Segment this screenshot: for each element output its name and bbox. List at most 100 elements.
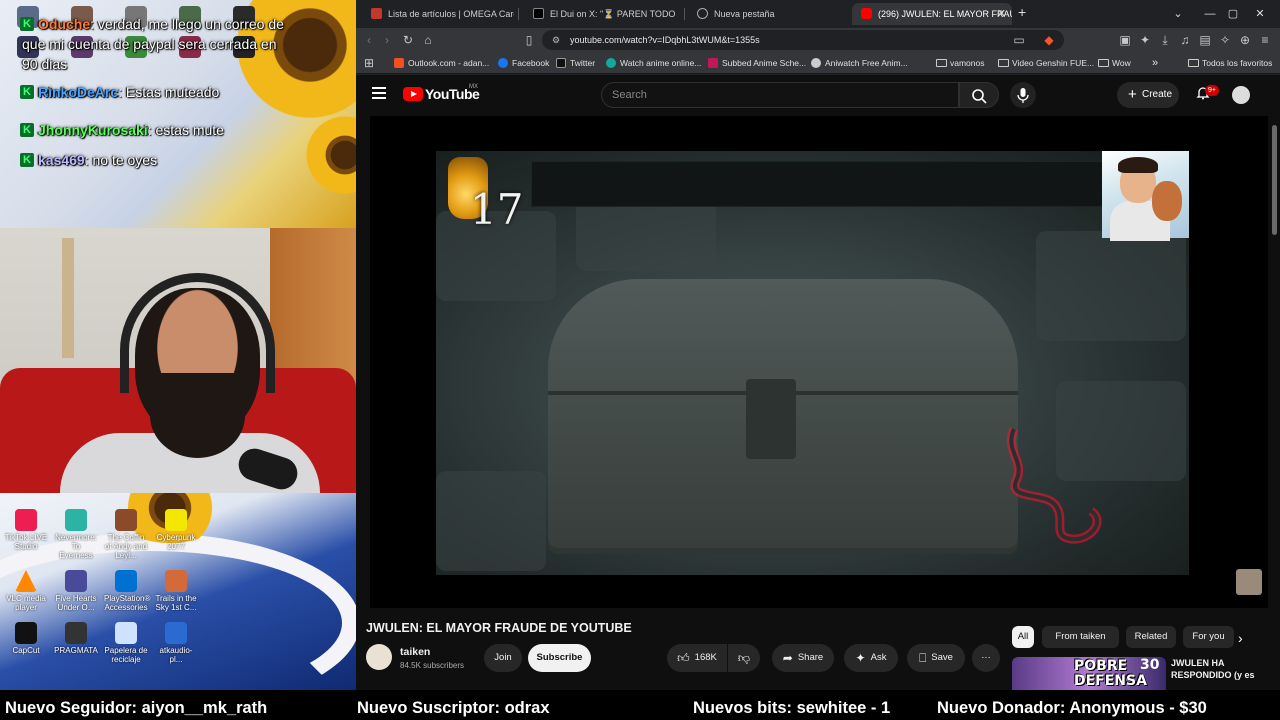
- anime-schedule-icon: [708, 58, 718, 68]
- desktop-icon-vlc[interactable]: VLC media player: [4, 570, 48, 612]
- music-icon[interactable]: ♫: [1176, 31, 1194, 49]
- recommended-video-title[interactable]: JWULEN HA RESPONDIDO (y es: [1171, 657, 1271, 681]
- tab-separator: [684, 8, 685, 20]
- share-button[interactable]: ➦ Share: [772, 644, 834, 672]
- close-window-button[interactable]: ✕: [1249, 4, 1271, 24]
- channel-name[interactable]: taiken: [400, 646, 430, 658]
- puzzle-icon[interactable]: ✦: [1136, 31, 1154, 49]
- bookmark-watch-anime[interactable]: Watch anime online...: [606, 52, 701, 74]
- bookmark-twitter[interactable]: Twitter: [556, 52, 595, 74]
- like-button[interactable]: 👍︎ 168K: [667, 644, 727, 672]
- video-frame[interactable]: 17: [436, 151, 1189, 575]
- thumbs-up-icon: 👍︎: [677, 651, 690, 665]
- chevron-right-icon[interactable]: ›: [1238, 630, 1243, 646]
- bookmark-subbed-anime[interactable]: Subbed Anime Sche...: [708, 52, 806, 74]
- video-player[interactable]: 17: [370, 116, 1268, 608]
- desktop-icon-nevermore[interactable]: Nevermore: To Everness: [54, 509, 98, 560]
- chat-message: K RinkoDeArc: Estas muteado: [20, 82, 288, 102]
- tab-omega-card[interactable]: Lista de artículos | OMEGA Card Gam: [362, 3, 514, 25]
- desktop-icon-capcut[interactable]: CapCut: [4, 622, 48, 664]
- bookmark-folder-genshin[interactable]: Video Genshin FUE...: [998, 52, 1094, 74]
- new-tab-button[interactable]: +: [1018, 4, 1026, 20]
- folder-icon: [936, 59, 947, 67]
- channel-watermark-avatar[interactable]: [1236, 569, 1262, 595]
- bookmark-folder-wow[interactable]: Wow: [1098, 52, 1131, 74]
- bookmarks-bar: ⊞ Outlook.com - adan... Facebook Twitter…: [356, 52, 1280, 74]
- desktop-icon-trails[interactable]: Trails in the Sky 1st C...: [154, 570, 198, 612]
- join-button[interactable]: Join: [484, 644, 522, 672]
- back-arrow-icon[interactable]: ‹: [360, 31, 378, 49]
- more-actions-button[interactable]: ···: [972, 644, 1000, 672]
- home-icon[interactable]: ⌂: [419, 31, 437, 49]
- site-info-icon[interactable]: ⚙: [552, 35, 560, 46]
- save-button[interactable]: ⎕ Save: [907, 644, 965, 672]
- cursed-chain-icon: [1006, 427, 1102, 544]
- ai-icon[interactable]: ✧: [1216, 31, 1234, 49]
- close-tab-icon[interactable]: ✕: [997, 3, 1006, 25]
- brave-shield-icon[interactable]: ◆: [1040, 31, 1058, 49]
- chip-all[interactable]: All: [1012, 626, 1034, 648]
- account-avatar[interactable]: [1232, 86, 1250, 104]
- recycle-bin-icon: [115, 622, 137, 644]
- url-text[interactable]: youtube.com/watch?v=IDqbhL3tWUM&t=1355s: [570, 30, 760, 50]
- chip-for-you[interactable]: For you: [1183, 626, 1234, 648]
- hamburger-menu-icon[interactable]: [372, 87, 386, 99]
- subscribe-button[interactable]: Subscribe: [528, 644, 591, 672]
- tab-search-chevron-icon[interactable]: ⌄: [1167, 4, 1189, 24]
- minimize-button[interactable]: —: [1199, 4, 1221, 24]
- all-bookmarks-folder[interactable]: Todos los favoritos: [1188, 52, 1272, 74]
- desktop-icon-coffin[interactable]: The Coffin of Andy and Leyl...: [104, 509, 148, 560]
- tab-youtube[interactable]: (296) JWULEN: EL MAYOR FRAUI ✕: [852, 3, 1012, 25]
- recommended-video-thumbnail[interactable]: POBRE DEFENSA 30: [1012, 657, 1166, 690]
- kick-badge-icon: K: [20, 17, 34, 31]
- desktop-icon-atkaudio[interactable]: atkaudio-pl...: [154, 622, 198, 664]
- voice-search-button[interactable]: [1010, 82, 1036, 108]
- download-icon[interactable]: ⤓: [1156, 31, 1174, 49]
- dislike-button[interactable]: 👎︎: [728, 644, 760, 672]
- menu-icon[interactable]: ≡: [1256, 31, 1274, 49]
- youtube-logo-icon[interactable]: [403, 87, 423, 101]
- apps-grid-icon[interactable]: ⊞: [360, 54, 378, 72]
- youtube-favicon-icon: [861, 8, 872, 19]
- desktop-icon-playstation[interactable]: PlayStation® Accessories: [104, 570, 150, 612]
- stream-overlay: K Oduche: verdad, me llego un correo de …: [0, 0, 356, 690]
- more-bookmarks-button[interactable]: »: [1152, 52, 1158, 74]
- scrollbar-thumb[interactable]: [1272, 125, 1277, 235]
- chat-username: RinkoDeArc: [38, 84, 119, 100]
- desktop-icon-pragmata[interactable]: PRAGMATA: [54, 622, 98, 664]
- search-button[interactable]: [959, 82, 999, 108]
- game-icon: [65, 622, 87, 644]
- vpn-icon[interactable]: ⊕: [1236, 31, 1254, 49]
- chip-related[interactable]: Related: [1126, 626, 1176, 648]
- chat-text: : estas mute: [147, 122, 224, 138]
- search-icon: [972, 89, 987, 104]
- channel-avatar[interactable]: [366, 644, 392, 670]
- plus-icon: +: [1128, 86, 1137, 103]
- create-button[interactable]: + Create: [1117, 82, 1179, 108]
- chip-from-channel[interactable]: From taiken: [1042, 626, 1119, 648]
- address-bar[interactable]: ⚙ youtube.com/watch?v=IDqbhL3tWUM&t=1355…: [542, 30, 1064, 50]
- tab-el-dui[interactable]: El Dui on X: "⏳ PAREN TODO ⏳ Bi: [524, 3, 680, 25]
- kick-badge-icon: K: [20, 85, 34, 99]
- bookmark-page-icon[interactable]: ▯: [520, 31, 538, 49]
- ask-button[interactable]: ✦ Ask: [844, 644, 898, 672]
- bookmark-facebook[interactable]: Facebook: [498, 52, 549, 74]
- sidebar-icon[interactable]: ▤: [1196, 31, 1214, 49]
- bookmark-aniwatch[interactable]: Aniwatch Free Anim...: [811, 52, 908, 74]
- webcam-shelf: [62, 238, 74, 358]
- bookmark-folder-vamonos[interactable]: vamonos: [936, 52, 985, 74]
- game-icon: [165, 570, 187, 592]
- desktop-icon-five-hearts[interactable]: Five Hearts Under O...: [54, 570, 98, 612]
- cast-icon[interactable]: ▭: [1010, 31, 1028, 49]
- forward-arrow-icon[interactable]: ›: [378, 31, 396, 49]
- search-input[interactable]: [612, 83, 942, 107]
- chat-message: K Oduche: verdad, me llego un correo de …: [20, 14, 288, 74]
- reload-icon[interactable]: ↻: [399, 31, 417, 49]
- tab-new-tab[interactable]: Nueva pestaña: [688, 3, 848, 25]
- extension-icon[interactable]: ▣: [1116, 31, 1134, 49]
- desktop-icon-cyberpunk[interactable]: Cyberpunk 2077: [154, 509, 198, 560]
- desktop-icon-tiktok-live[interactable]: TikTok LIVE Studio: [4, 509, 48, 560]
- maximize-button[interactable]: ▢: [1222, 4, 1244, 24]
- desktop-icon-recycle-bin[interactable]: Papelera de reciclaje: [104, 622, 148, 664]
- bookmark-outlook[interactable]: Outlook.com - adan...: [394, 52, 489, 74]
